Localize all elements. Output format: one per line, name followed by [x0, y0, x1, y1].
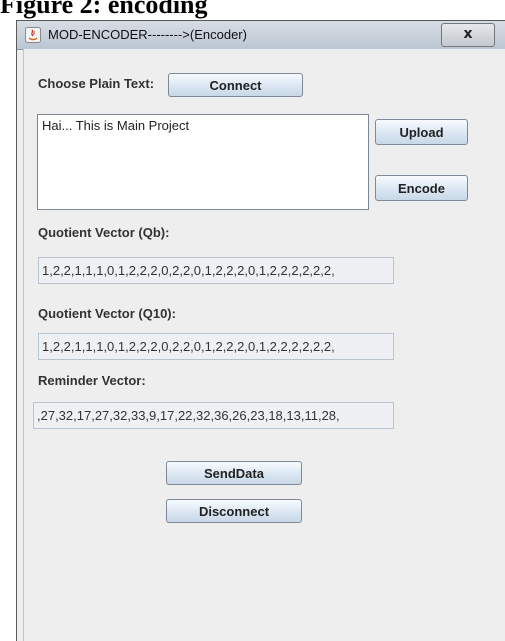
choose-plain-text-label: Choose Plain Text:	[38, 76, 155, 91]
upload-button[interactable]: Upload	[375, 119, 468, 145]
title-bar[interactable]: MOD-ENCODER-------->(Encoder) x	[17, 21, 505, 50]
quotient-vector-q10-field[interactable]: 1,2,2,1,1,1,0,1,2,2,2,0,2,2,0,1,2,2,2,0,…	[38, 333, 394, 360]
reminder-vector-label: Reminder Vector:	[38, 373, 146, 388]
quotient-vector-qb-field[interactable]: 1,2,2,1,1,1,0,1,2,2,2,0,2,2,0,1,2,2,2,0,…	[38, 257, 394, 284]
quotient-vector-qb-label: Quotient Vector (Qb):	[38, 225, 170, 240]
encoder-window: MOD-ENCODER-------->(Encoder) x Choose P…	[16, 20, 505, 641]
figure-caption: Figure 2: encoding	[0, 0, 208, 19]
window-title: MOD-ENCODER-------->(Encoder)	[48, 27, 247, 42]
close-button[interactable]: x	[441, 23, 495, 47]
disconnect-button[interactable]: Disconnect	[166, 499, 302, 523]
reminder-vector-field[interactable]: ,27,32,17,27,32,33,9,17,22,32,36,26,23,1…	[33, 402, 394, 429]
main-panel: Choose Plain Text: Connect Hai... This i…	[23, 49, 505, 641]
quotient-vector-q10-label: Quotient Vector (Q10):	[38, 306, 176, 321]
java-icon	[25, 27, 41, 43]
encode-button[interactable]: Encode	[375, 175, 468, 201]
plain-text-area[interactable]: Hai... This is Main Project	[37, 114, 369, 210]
send-data-button[interactable]: SendData	[166, 461, 302, 485]
connect-button[interactable]: Connect	[168, 73, 303, 97]
